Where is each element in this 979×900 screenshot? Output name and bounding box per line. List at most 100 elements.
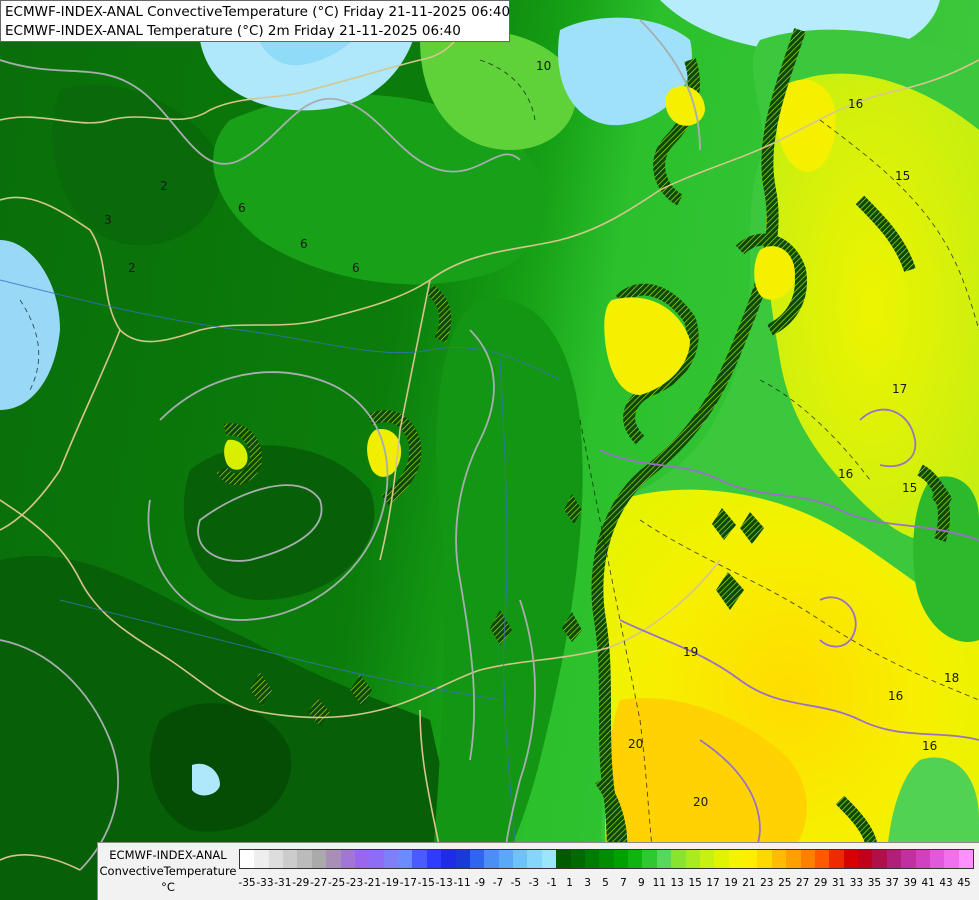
legend-tick: 17 — [706, 877, 720, 889]
legend-swatch — [858, 850, 873, 868]
legend-swatch — [283, 850, 299, 868]
legend-tick: -11 — [453, 877, 471, 889]
legend-swatch — [354, 850, 370, 868]
legend-swatch — [570, 850, 586, 868]
legend-tick: 21 — [742, 877, 756, 889]
legend-tick: 45 — [957, 877, 971, 889]
contour-label: 6 — [300, 237, 308, 251]
legend-title-variable: ConvectiveTemperature — [99, 864, 237, 878]
legend-tick: -17 — [399, 877, 417, 889]
legend-tick: -35 — [238, 877, 256, 889]
legend-swatch — [412, 850, 428, 868]
legend-swatch — [671, 850, 687, 868]
legend-swatch — [699, 850, 715, 868]
legend-tick: -21 — [363, 877, 382, 889]
legend-tick: -25 — [328, 877, 346, 889]
contour-label: 19 — [683, 645, 698, 659]
legend-swatch — [441, 850, 457, 868]
legend-swatch — [628, 850, 644, 868]
contour-label: 6 — [352, 261, 360, 275]
legend-tick: 19 — [724, 877, 738, 889]
legend-tick: 31 — [831, 877, 846, 889]
legend-swatch — [786, 850, 802, 868]
legend-swatch — [656, 850, 672, 868]
legend-tick: -15 — [417, 877, 435, 889]
legend-swatch — [254, 850, 270, 868]
contour-label: 16 — [888, 689, 903, 703]
legend-tick: 15 — [688, 877, 702, 889]
legend-tick: -31 — [274, 877, 292, 889]
legend-tick: 33 — [849, 877, 864, 889]
legend-swatch — [340, 850, 356, 868]
legend-tick: 1 — [566, 877, 573, 889]
contour-label: 17 — [892, 382, 907, 396]
legend-tick: -3 — [528, 877, 540, 889]
contour-label: 16 — [922, 739, 937, 753]
legend-swatch — [455, 850, 471, 868]
legend-swatch — [642, 850, 658, 868]
legend-swatch — [498, 850, 514, 868]
legend-swatch — [268, 850, 284, 868]
legend-swatch — [944, 850, 960, 868]
legend-swatch — [886, 850, 902, 868]
contour-label: 16 — [848, 97, 863, 111]
legend-swatch — [800, 850, 816, 868]
legend-swatch — [599, 850, 615, 868]
contour-label: 3 — [104, 213, 112, 227]
contour-label: 15 — [902, 481, 917, 495]
legend-swatch — [484, 850, 500, 868]
legend-tick: 5 — [602, 877, 609, 889]
weather-map-view: 16 15 17 16 15 16 19 20 20 18 16 2 2 3 6… — [0, 0, 979, 900]
legend-tick: 41 — [921, 877, 935, 889]
legend-swatch — [297, 850, 313, 868]
legend-swatch — [584, 850, 600, 868]
legend-tick: 9 — [638, 877, 645, 889]
legend-tick: -5 — [510, 877, 522, 889]
legend-tick: 29 — [813, 877, 828, 889]
legend-swatch — [383, 850, 399, 868]
legend-tick: -9 — [474, 877, 486, 889]
legend-swatch — [613, 850, 629, 868]
legend-swatch — [513, 850, 529, 868]
legend-swatch — [398, 850, 414, 868]
legend-unit: °C — [161, 880, 175, 894]
legend-swatch — [728, 850, 744, 868]
legend-swatch — [714, 850, 730, 868]
contour-label: 15 — [895, 169, 910, 183]
legend-swatch — [843, 850, 859, 868]
map-title-convective: ECMWF-INDEX-ANAL ConvectiveTemperature (… — [5, 4, 511, 20]
contour-label: 2 — [128, 261, 136, 275]
legend-swatch — [872, 850, 888, 868]
legend-swatch — [743, 850, 758, 868]
contour-label: 20 — [693, 795, 708, 809]
contour-label: 18 — [944, 671, 959, 685]
legend-tick: -19 — [381, 877, 399, 889]
legend-tick: 7 — [620, 877, 627, 889]
legend-tick: 23 — [760, 877, 774, 889]
map-title-box: ECMWF-INDEX-ANAL ConvectiveTemperature (… — [0, 0, 510, 42]
legend-tick: -33 — [256, 877, 274, 889]
legend-swatch — [469, 850, 485, 868]
legend-tick: 37 — [885, 877, 899, 889]
legend-color-bar — [239, 849, 974, 869]
legend-tick: 35 — [867, 877, 882, 889]
contour-label: 16 — [838, 467, 853, 481]
legend-tick: -27 — [310, 877, 328, 889]
legend-tick: -23 — [345, 877, 364, 889]
legend-swatch — [915, 850, 931, 868]
legend-tick: -13 — [435, 877, 453, 889]
legend-swatch — [369, 850, 385, 868]
legend-tick: 13 — [670, 877, 684, 889]
color-legend: ECMWF-INDEX-ANAL ConvectiveTemperature °… — [97, 842, 979, 900]
legend-tick: 25 — [778, 877, 792, 889]
legend-swatch — [771, 850, 787, 868]
legend-swatch — [685, 850, 701, 868]
legend-tick: 3 — [584, 877, 591, 889]
legend-swatch — [311, 850, 327, 868]
legend-swatch — [901, 850, 917, 868]
legend-tick: 11 — [652, 877, 666, 889]
legend-swatch — [958, 850, 973, 868]
legend-swatch — [541, 850, 557, 868]
contour-label: 2 — [160, 179, 168, 193]
legend-tick: -7 — [492, 877, 504, 889]
